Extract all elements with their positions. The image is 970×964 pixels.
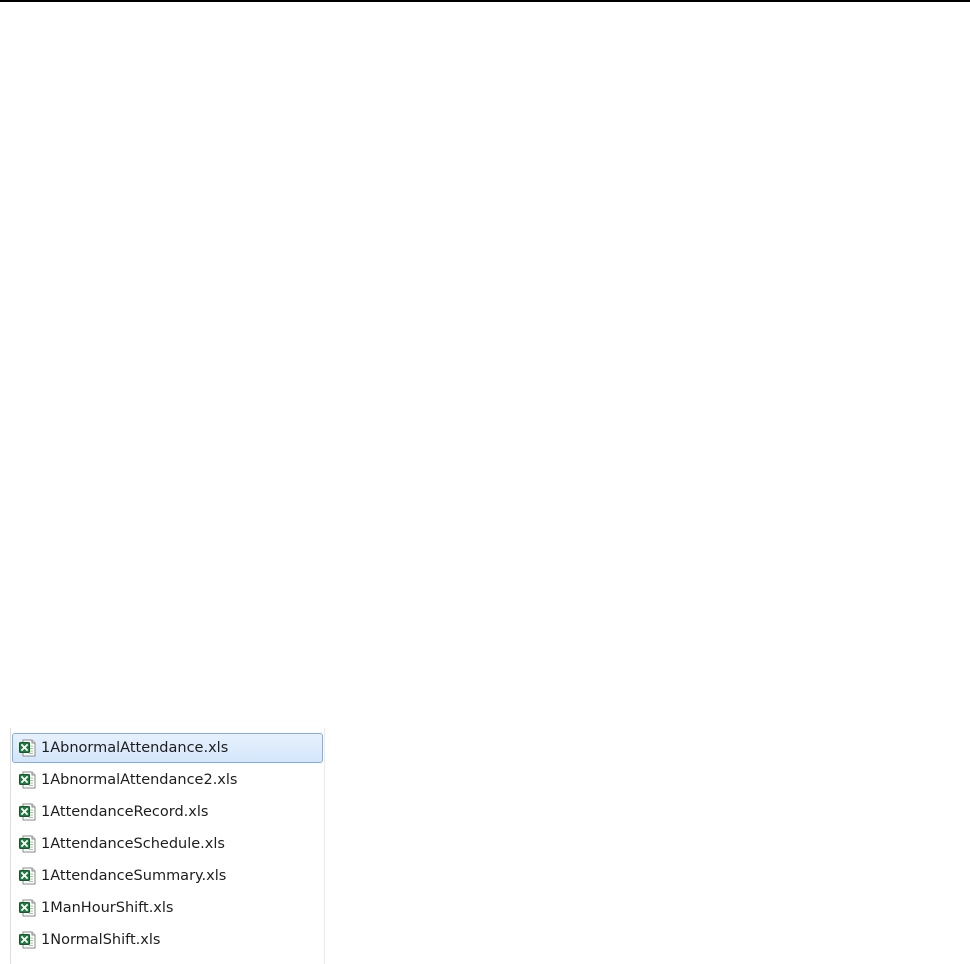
file-name: 1AttendanceSummary.xls xyxy=(41,868,227,884)
file-list-panel: 1AbnormalAttendance.xls 1AbnormalAttenda… xyxy=(10,728,325,964)
file-item-attendance-summary[interactable]: 1AttendanceSummary.xls xyxy=(12,861,323,891)
file-item-abnormal-attendance-2[interactable]: 1AbnormalAttendance2.xls xyxy=(12,765,323,795)
file-item-abnormal-attendance[interactable]: 1AbnormalAttendance.xls xyxy=(12,733,323,763)
excel-file-icon xyxy=(19,739,37,757)
file-name: 1NormalShift.xls xyxy=(41,932,161,948)
file-name: 1AttendanceSchedule.xls xyxy=(41,836,225,852)
file-name: 1ManHourShift.xls xyxy=(41,900,174,916)
file-item-attendance-record[interactable]: 1AttendanceRecord.xls xyxy=(12,797,323,827)
excel-file-icon xyxy=(19,771,37,789)
excel-file-icon xyxy=(19,867,37,885)
top-border-line xyxy=(0,0,970,2)
file-item-normal-shift[interactable]: 1NormalShift.xls xyxy=(12,925,323,955)
file-item-attendance-schedule[interactable]: 1AttendanceSchedule.xls xyxy=(12,829,323,859)
file-item-man-hour-shift[interactable]: 1ManHourShift.xls xyxy=(12,893,323,923)
file-name: 1AbnormalAttendance.xls xyxy=(41,740,229,756)
file-list: 1AbnormalAttendance.xls 1AbnormalAttenda… xyxy=(11,728,324,955)
excel-file-icon xyxy=(19,835,37,853)
excel-file-icon xyxy=(19,803,37,821)
excel-file-icon xyxy=(19,931,37,949)
file-name: 1AbnormalAttendance2.xls xyxy=(41,772,238,788)
file-name: 1AttendanceRecord.xls xyxy=(41,804,209,820)
excel-file-icon xyxy=(19,899,37,917)
